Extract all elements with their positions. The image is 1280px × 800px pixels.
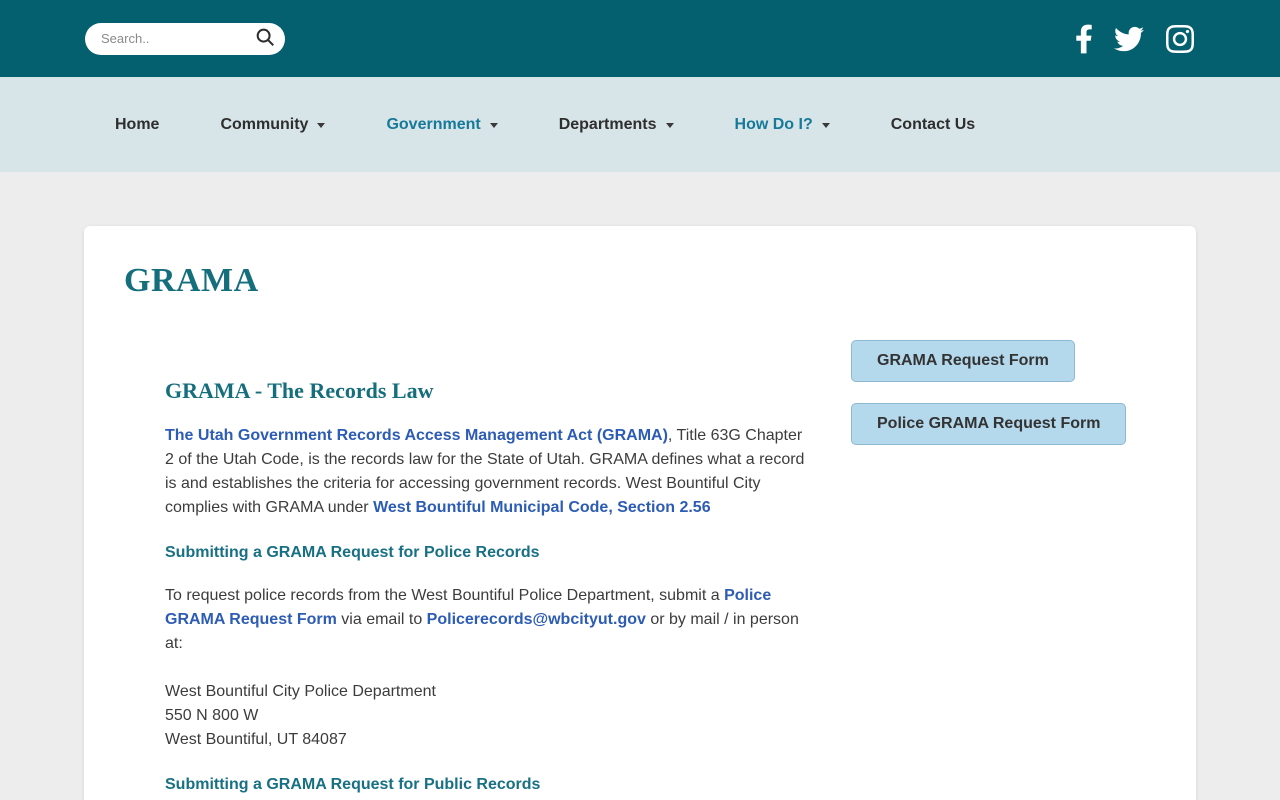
social-links [1075,23,1195,55]
content-card: GRAMA GRAMA - The Records Law The Utah G… [84,226,1196,800]
public-records-heading: Submitting a GRAMA Request for Public Re… [165,776,541,793]
address-line: West Bountiful, UT 84087 [165,731,347,748]
nav-label: How Do I? [734,115,813,133]
instagram-icon[interactable] [1165,23,1195,55]
address-line: 550 N 800 W [165,707,259,724]
police-paragraph: To request police records from the West … [165,584,810,656]
address-line: West Bountiful City Police Department [165,683,436,700]
nav-label: Home [115,115,160,133]
nav-item-government[interactable]: Government [386,115,498,134]
police-records-heading: Submitting a GRAMA Request for Police Re… [165,544,540,561]
nav-label: Government [386,115,481,133]
nav-label: Contact Us [890,115,976,133]
text-segment: via email to [336,611,427,628]
chevron-down-icon [665,123,674,128]
nav-item-contact-us[interactable]: Contact Us [891,116,975,134]
chevron-down-icon [821,123,830,128]
chevron-down-icon [317,123,326,128]
nav-item-departments[interactable]: Departments [559,116,674,134]
facebook-icon[interactable] [1075,23,1093,55]
main-navigation: Home Community Government Departments Ho… [0,77,1280,172]
intro-paragraph: The Utah Government Records Access Manag… [165,424,810,520]
page-title: GRAMA [124,262,259,299]
police-grama-request-form-button[interactable]: Police GRAMA Request Form [851,403,1127,445]
article-body: GRAMA - The Records Law The Utah Governm… [165,340,810,800]
nav-label: Community [220,115,309,133]
search-icon[interactable] [251,26,279,52]
nav-item-how-do-i[interactable]: How Do I? [735,116,830,134]
municipal-code-link[interactable]: West Bountiful Municipal Code, Section 2… [373,499,711,516]
search-bar [85,22,285,55]
police-email-link[interactable]: Policerecords@wbcityut.gov [427,611,646,628]
twitter-icon[interactable] [1113,24,1145,54]
nav-label: Departments [558,115,657,133]
police-address: West Bountiful City Police Department 55… [165,680,810,752]
section-title: GRAMA - The Records Law [165,378,434,403]
top-header-bar [0,0,1280,77]
chevron-down-icon [489,123,498,128]
grama-request-form-button[interactable]: GRAMA Request Form [851,340,1075,382]
sidebar: GRAMA Request Form Police GRAMA Request … [851,340,1127,445]
nav-item-home[interactable]: Home [115,116,159,134]
text-segment: To request police records from the West … [165,587,725,604]
nav-item-community[interactable]: Community [220,115,326,134]
grama-act-link[interactable]: The Utah Government Records Access Manag… [165,427,668,444]
